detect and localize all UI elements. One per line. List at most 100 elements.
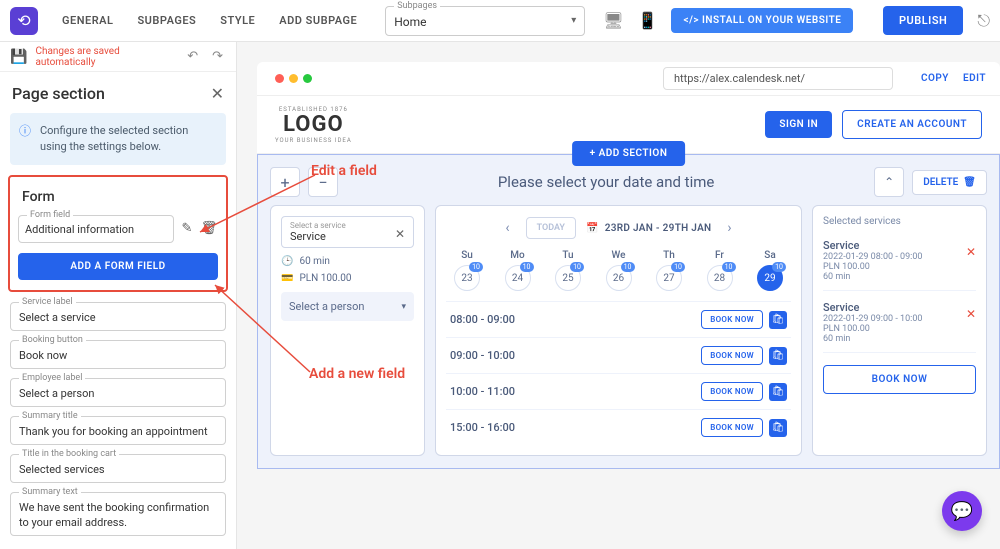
sel-service-name: Service (823, 301, 962, 314)
setting-field[interactable]: Booking buttonBook now (10, 340, 226, 369)
exit-icon[interactable]: ⎋ (977, 11, 990, 31)
book-slot-button[interactable]: BOOK NOW (701, 382, 763, 401)
setting-field[interactable]: Summary textWe have sent the booking con… (10, 492, 226, 536)
day-column[interactable]: We2610 (602, 250, 636, 291)
add-section-button[interactable]: + ADD SECTION (572, 141, 686, 166)
slot-count-badge: 10 (570, 262, 584, 272)
time-slot-row: 10:00 - 11:00BOOK NOW🛍 (446, 373, 791, 409)
delete-section-button[interactable]: DELETE 🗑 (912, 170, 987, 195)
autosave-bar: 💾 Changes are saved automatically ↶ ↷ (0, 42, 236, 72)
day-column[interactable]: Mo2410 (501, 250, 535, 291)
info-text: Configure the selected section using the… (40, 124, 188, 153)
preview-logo: ESTABLISHED 1876 LOGO YOUR BUSINESS IDEA (275, 106, 352, 144)
clear-icon[interactable]: ✕ (395, 227, 405, 241)
setting-field[interactable]: Service labelSelect a service (10, 302, 226, 331)
service-select-value: Service (290, 230, 405, 243)
duration-row: 🕒60 min (281, 256, 414, 267)
setting-field[interactable]: Title in the booking cartSelected servic… (10, 454, 226, 483)
day-column[interactable]: Sa2910 (753, 250, 787, 291)
signin-button[interactable]: SIGN IN (765, 111, 832, 138)
undo-icon[interactable]: ↶ (187, 49, 198, 64)
delete-field-icon[interactable]: 🗑 (200, 220, 218, 238)
copy-link[interactable]: COPY (921, 73, 949, 84)
book-slot-button[interactable]: BOOK NOW (701, 418, 763, 437)
prev-week-icon[interactable]: ‹ (499, 216, 515, 240)
publish-button[interactable]: PUBLISH (883, 6, 963, 35)
form-title: Form (22, 189, 214, 205)
setting-field[interactable]: Employee labelSelect a person (10, 378, 226, 407)
day-column[interactable]: Tu2510 (551, 250, 585, 291)
cart-icon[interactable]: 🛍 (769, 311, 787, 329)
day-column[interactable]: Fr2810 (703, 250, 737, 291)
day-number: 2710 (656, 265, 682, 291)
selected-service-item: Service2022-01-29 09:00 - 10:00PLN 100.0… (823, 297, 976, 353)
selected-items: Service2022-01-29 08:00 - 09:00PLN 100.0… (823, 235, 976, 353)
form-group: Form Form field Additional information ✎… (8, 175, 228, 292)
subpage-select[interactable]: Subpages Home ▾ (385, 6, 585, 36)
sel-service-price: PLN 100.00 (823, 324, 962, 334)
save-icon: 💾 (10, 49, 27, 65)
traffic-green-icon (303, 74, 312, 83)
booking-grid: Select a service Service ✕ 🕒60 min 💳 PLN … (258, 205, 999, 468)
cart-icon[interactable]: 🛍 (769, 383, 787, 401)
canvas: https://alex.calendesk.net/ COPY EDIT ES… (237, 42, 1000, 549)
redo-icon[interactable]: ↷ (212, 49, 223, 64)
top-bar: ⟲ GENERAL SUBPAGES STYLE ADD SUBPAGE Sub… (0, 0, 1000, 42)
day-abbr: Th (663, 250, 675, 261)
create-account-button[interactable]: CREATE AN ACCOUNT (842, 110, 982, 139)
remove-item-icon[interactable]: ✕ (966, 307, 976, 321)
slot-count-badge: 10 (671, 262, 685, 272)
collapse-icon[interactable]: ⌃ (874, 167, 904, 197)
day-abbr: Mo (510, 250, 524, 261)
logo-sub-text: YOUR BUSINESS IDEA (275, 137, 352, 144)
desktop-icon[interactable]: 🖥 (603, 11, 623, 30)
today-button[interactable]: TODAY (526, 217, 576, 239)
install-button[interactable]: </> INSTALL ON YOUR WEBSITE (671, 8, 853, 33)
setting-value: Select a person (19, 384, 217, 401)
app-logo[interactable]: ⟲ (10, 7, 38, 35)
setting-value: We have sent the booking confirmation to… (19, 498, 217, 530)
tab-subpages[interactable]: SUBPAGES (125, 4, 208, 37)
slot-count-badge: 10 (469, 262, 483, 272)
slots-list: 08:00 - 09:00BOOK NOW🛍09:00 - 10:00BOOK … (446, 301, 791, 445)
section-title: Please select your date and time (346, 173, 866, 191)
setting-field[interactable]: Summary titleThank you for booking an ap… (10, 416, 226, 445)
tab-add-subpage[interactable]: ADD SUBPAGE (267, 4, 369, 37)
day-number: 2510 (555, 265, 581, 291)
chat-icon: 💬 (951, 501, 973, 522)
edit-link[interactable]: EDIT (963, 73, 986, 84)
chat-fab[interactable]: 💬 (942, 491, 982, 531)
close-icon[interactable]: ✕ (211, 84, 224, 103)
tab-style[interactable]: STYLE (208, 4, 267, 37)
sel-service-duration: 60 min (823, 272, 962, 282)
employee-select[interactable]: Select a person ▾ (281, 292, 414, 321)
day-column[interactable]: Su2310 (450, 250, 484, 291)
form-field-input[interactable]: Form field Additional information (18, 215, 174, 243)
cart-icon[interactable]: 🛍 (769, 419, 787, 437)
setting-value: Book now (19, 346, 217, 363)
cart-icon[interactable]: 🛍 (769, 347, 787, 365)
slot-time: 08:00 - 09:00 (450, 313, 515, 326)
day-abbr: We (611, 250, 625, 261)
mobile-icon[interactable]: 📱 (638, 11, 658, 30)
slot-count-badge: 10 (520, 262, 534, 272)
remove-item-icon[interactable]: ✕ (966, 245, 976, 259)
book-slot-button[interactable]: BOOK NOW (701, 310, 763, 329)
add-icon[interactable]: + (270, 167, 300, 197)
day-column[interactable]: Th 2710 (652, 250, 686, 291)
card-icon: 💳 (281, 273, 293, 284)
employee-select-value: Select a person (289, 300, 364, 313)
sel-service-price: PLN 100.00 (823, 262, 962, 272)
edit-field-icon[interactable]: ✎ (178, 220, 196, 238)
day-abbr: Fr (715, 250, 724, 261)
book-now-button[interactable]: BOOK NOW (823, 365, 976, 394)
remove-icon[interactable]: − (308, 167, 338, 197)
book-slot-button[interactable]: BOOK NOW (701, 346, 763, 365)
next-week-icon[interactable]: › (721, 216, 737, 240)
setting-label: Summary title (19, 411, 81, 421)
service-select[interactable]: Select a service Service ✕ (281, 216, 414, 248)
add-form-field-button[interactable]: ADD A FORM FIELD (18, 253, 218, 280)
info-icon: ⓘ (19, 123, 31, 140)
tab-general[interactable]: GENERAL (50, 4, 125, 37)
setting-label: Summary text (19, 487, 81, 497)
